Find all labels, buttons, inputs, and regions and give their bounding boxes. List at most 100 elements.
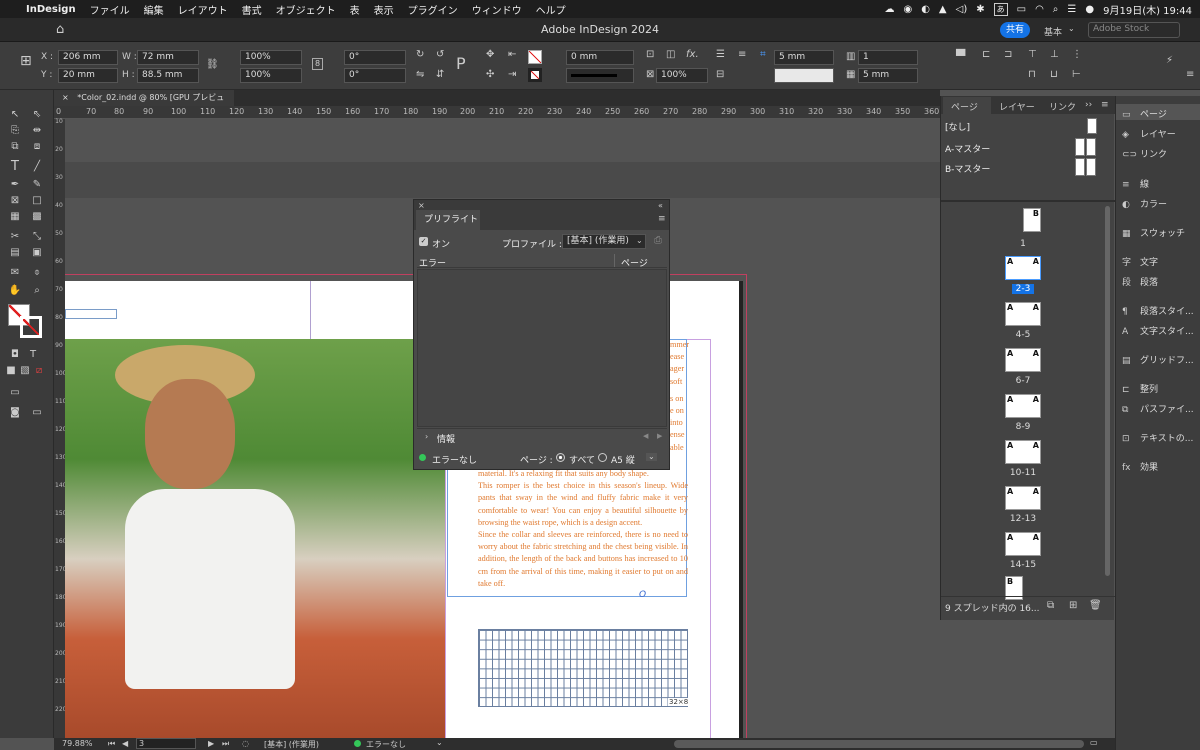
fill-swatch[interactable] (528, 50, 542, 64)
apply-color-icon[interactable]: ■ (4, 364, 18, 378)
auto-fit-icon[interactable]: ⊟ (716, 70, 724, 80)
range-chevron-icon[interactable]: ⌄ (646, 453, 657, 461)
opacity-field[interactable]: 100% (656, 68, 708, 83)
stroke-weight-field[interactable]: 0 mm (566, 50, 634, 65)
scale-y-field[interactable]: 100% (240, 68, 302, 83)
menu-table[interactable]: 表 (350, 2, 360, 17)
app-menu[interactable]: InDesign (26, 4, 76, 15)
stroke-swatch[interactable] (528, 68, 542, 82)
tab-links[interactable]: リンク (1049, 100, 1076, 113)
text-frame-options-icon[interactable]: ☰ (716, 50, 725, 60)
body-text-column[interactable]: material. It's a relaxing fit that suits… (478, 468, 688, 594)
dock-item-pathfinder[interactable]: ⧉ パスファイ... (1122, 402, 1194, 415)
master-b-thumb[interactable] (1086, 158, 1096, 176)
master-status[interactable]: [基本] (作業用) (264, 739, 319, 750)
clock[interactable]: 9月19日(木) 19:44 (1103, 2, 1192, 17)
panel-menu-icon[interactable]: ≡ (658, 215, 666, 224)
spread-thumb-selected[interactable]: AA (1005, 256, 1041, 280)
y-field[interactable]: 20 mm (58, 68, 118, 83)
menu-edit[interactable]: 編集 (144, 2, 164, 17)
next-error-icon[interactable]: ▶ (657, 433, 662, 440)
select-content-icon[interactable]: ✣ (486, 70, 494, 80)
apply-gradient-icon[interactable]: ▧ (18, 364, 32, 378)
dock-item-character[interactable]: 字文字 (1122, 255, 1158, 268)
tab-pages[interactable]: ページ (951, 100, 978, 113)
radio-all[interactable] (556, 453, 565, 462)
share-button[interactable]: 共有 (1000, 22, 1030, 38)
distribute-h-icon[interactable]: ⊢ (1072, 70, 1081, 80)
spread-thumb[interactable]: AA (1005, 440, 1041, 464)
selection-tool-icon[interactable]: ↖ (8, 108, 22, 122)
workspace-switcher[interactable]: 基本 (1044, 25, 1062, 38)
radio-range[interactable] (598, 453, 607, 462)
open-page-icon[interactable]: ◌ (242, 739, 249, 748)
horizontal-scrollbar[interactable] (674, 740, 1084, 748)
siri-icon[interactable]: ● (1085, 4, 1094, 15)
zoom-field[interactable]: 79.88% (62, 739, 93, 748)
spread-thumb[interactable]: B (1023, 208, 1041, 232)
rotate-field[interactable]: 0° (344, 50, 406, 65)
page-field[interactable]: 3 (136, 738, 196, 749)
last-page-icon[interactable]: ⏭ (222, 739, 229, 749)
preview-mode-icon[interactable]: ▭ (30, 406, 44, 420)
dock-item-effects[interactable]: fx 効果 (1122, 460, 1158, 473)
pen-tool-icon[interactable]: ✒ (8, 178, 22, 192)
screen-mode-icon[interactable]: ▭ (8, 386, 22, 400)
frame-grid[interactable] (478, 629, 688, 707)
eyedropper-tool-icon[interactable]: ⌽ (30, 266, 44, 280)
direct-selection-tool-icon[interactable]: ⇖ (30, 108, 44, 122)
master-b[interactable]: B-マスター (945, 162, 990, 175)
master-none-thumb[interactable] (1087, 118, 1097, 134)
align-right-icon[interactable]: ⊐ (1004, 50, 1012, 60)
spread-thumb[interactable]: AA (1005, 348, 1041, 372)
free-transform-tool-icon[interactable]: ⤡ (30, 230, 44, 244)
empty-text-frame[interactable] (65, 309, 117, 319)
align-left-icon[interactable]: ▀ (956, 50, 965, 62)
dock-item-paragraph-styles[interactable]: ¶ 段落スタイ... (1122, 304, 1194, 317)
distribute-icon[interactable]: ⋮ (1072, 50, 1082, 60)
close-tab-icon[interactable]: × (62, 93, 69, 102)
spread-thumb[interactable]: AA (1005, 532, 1041, 556)
pages-scrollbar[interactable] (1105, 206, 1110, 576)
stock-search-input[interactable]: Adobe Stock (1088, 22, 1180, 38)
col-error[interactable]: エラー (419, 256, 446, 269)
align-top-objects-icon[interactable]: ⊤ (1028, 50, 1037, 60)
tab-layers[interactable]: レイヤー (999, 100, 1035, 113)
spread-thumb[interactable]: AA (1005, 302, 1041, 326)
range-value[interactable]: A5 縦 (611, 453, 635, 466)
master-a[interactable]: A-マスター (945, 142, 990, 155)
error-list[interactable] (417, 269, 667, 427)
close-panel-icon[interactable]: × (418, 202, 425, 210)
master-a-thumb[interactable] (1075, 138, 1085, 156)
bluetooth-icon[interactable]: ✱ (976, 4, 984, 15)
align-center-h-icon[interactable]: ⊏ (982, 50, 990, 60)
tab-preflight[interactable]: プリフライト (416, 210, 480, 230)
x-field[interactable]: 206 mm (58, 50, 118, 65)
spread-thumb[interactable]: AA (1005, 394, 1041, 418)
menu-file[interactable]: ファイル (90, 2, 130, 17)
page-tool-icon[interactable]: ⎘ (8, 124, 22, 138)
brave-icon[interactable]: ▲ (939, 4, 947, 15)
gradient-swatch-tool-icon[interactable]: ▤ (8, 246, 22, 260)
horizontal-ruler[interactable]: 0 70 80 90 100 110 120 130 140 150 160 1… (54, 106, 940, 119)
panel-divider[interactable] (941, 200, 1115, 202)
control-menu-icon[interactable]: ≡ (1186, 70, 1194, 80)
panel-menu-icon[interactable]: ≡ (1101, 100, 1109, 110)
chevron-down-icon[interactable]: ⌄ (1068, 25, 1075, 33)
spread-thumb[interactable]: AA (1005, 486, 1041, 510)
creative-cloud-icon[interactable]: ◉ (903, 4, 912, 15)
placed-photo[interactable] (65, 339, 445, 738)
preflight-panel[interactable]: × « プリフライト ≡ ✓ オン プロファイル : [基本] (作業用) ⌄ … (413, 199, 670, 470)
content-placer-icon[interactable]: ⧈ (30, 140, 44, 154)
dock-item-align[interactable]: ⊏ 整列 (1122, 382, 1158, 395)
preflight-status-label[interactable]: エラーなし (366, 739, 406, 750)
master-a-thumb[interactable] (1086, 138, 1096, 156)
distribute-v-icon[interactable]: ⊔ (1050, 70, 1058, 80)
flip-horizontal-icon[interactable]: ⇋ (416, 70, 424, 80)
dock-item-swatches[interactable]: ▦ スウォッチ (1122, 226, 1185, 239)
pages-panel[interactable]: ページ レイヤー リンク ›› ≡ [なし] A-マスター B-マスター B 1… (940, 96, 1115, 620)
stroke-type-select[interactable] (566, 68, 634, 83)
text-wrap-icon[interactable]: ⊡ (646, 50, 654, 60)
master-none[interactable]: [なし] (945, 120, 970, 133)
formatting-text-icon[interactable]: T (26, 348, 40, 362)
